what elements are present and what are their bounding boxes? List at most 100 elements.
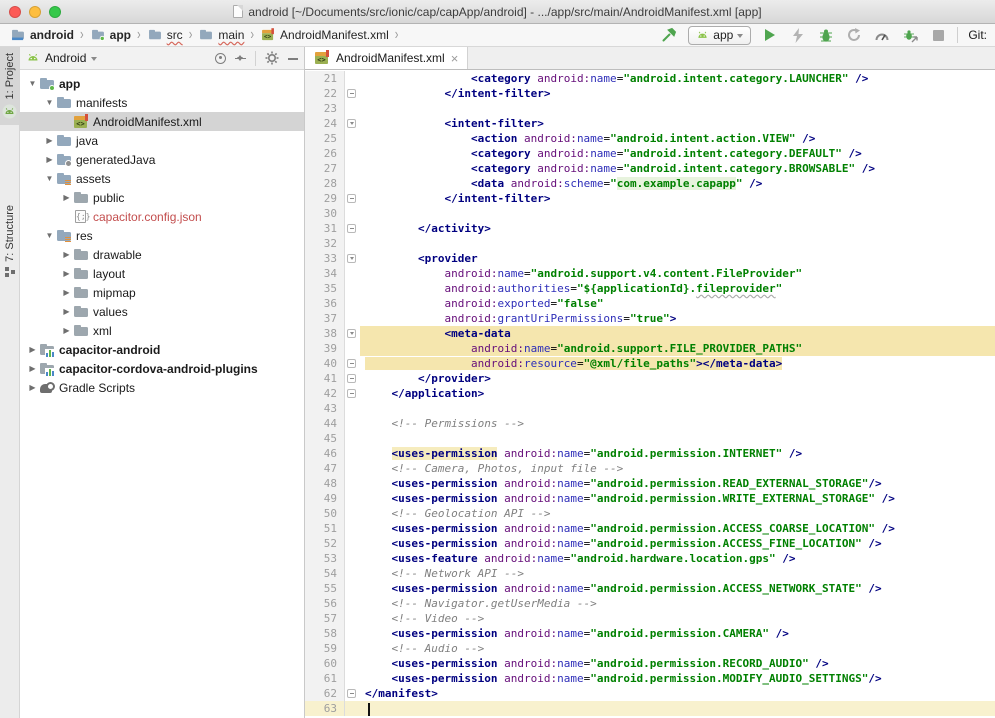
code-line-55[interactable]: 55 <uses-permission android:name="androi… [305, 581, 995, 596]
code-line-54[interactable]: 54 <!-- Network API --> [305, 566, 995, 581]
tree-item-assets[interactable]: ▼assets [20, 169, 304, 188]
code-line-60[interactable]: 60 <uses-permission android:name="androi… [305, 656, 995, 671]
collapse-all-icon[interactable] [235, 52, 246, 64]
tree-item-drawable[interactable]: ▶drawable [20, 245, 304, 264]
breadcrumb-item-src[interactable]: src [145, 26, 185, 44]
tree-expand-arrow-icon[interactable]: ▶ [43, 136, 56, 145]
tree-item-xml[interactable]: ▶xml [20, 321, 304, 340]
code-line-50[interactable]: 50 <!-- Geolocation API --> [305, 506, 995, 521]
tree-item-generatedjava[interactable]: ▶generatedJava [20, 150, 304, 169]
fold-start-icon[interactable] [347, 119, 356, 128]
tree-expand-arrow-icon[interactable]: ▶ [43, 155, 56, 164]
code-line-62[interactable]: 62</manifest> [305, 686, 995, 701]
debug-bug-icon[interactable] [817, 26, 835, 44]
code-line-59[interactable]: 59 <!-- Audio --> [305, 641, 995, 656]
code-line-57[interactable]: 57 <!-- Video --> [305, 611, 995, 626]
fold-start-icon[interactable] [347, 254, 356, 263]
code-line-41[interactable]: 41 </provider> [305, 371, 995, 386]
fold-end-icon[interactable] [347, 389, 356, 398]
code-line-47[interactable]: 47 <!-- Camera, Photos, input file --> [305, 461, 995, 476]
close-window-button[interactable] [9, 6, 21, 18]
tree-expand-arrow-icon[interactable]: ▼ [43, 231, 56, 240]
run-configuration-selector[interactable]: app [688, 26, 751, 45]
tree-item-public[interactable]: ▶public [20, 188, 304, 207]
tree-item-values[interactable]: ▶values [20, 302, 304, 321]
code-line-27[interactable]: 27 <category android:name="android.inten… [305, 161, 995, 176]
close-tab-icon[interactable]: × [451, 52, 459, 65]
code-line-40[interactable]: 40 android:resource="@xml/file_paths"></… [305, 356, 995, 371]
code-line-61[interactable]: 61 <uses-permission android:name="androi… [305, 671, 995, 686]
tree-item-androidmanifest-xml[interactable]: <>AndroidManifest.xml [20, 112, 304, 131]
tool-tab-structure[interactable]: 7: Structure [0, 199, 19, 283]
code-line-37[interactable]: 37 android:grantUriPermissions="true"> [305, 311, 995, 326]
code-line-23[interactable]: 23 [305, 101, 995, 116]
code-line-56[interactable]: 56 <!-- Navigator.getUserMedia --> [305, 596, 995, 611]
code-line-48[interactable]: 48 <uses-permission android:name="androi… [305, 476, 995, 491]
code-area[interactable]: 21 <category android:name="android.inten… [305, 70, 995, 718]
code-line-35[interactable]: 35 android:authorities="${applicationId}… [305, 281, 995, 296]
code-line-38[interactable]: 38 <meta-data [305, 326, 995, 341]
project-view-selector[interactable]: Android [26, 51, 97, 65]
code-line-30[interactable]: 30 [305, 206, 995, 221]
hide-panel-icon[interactable] [288, 58, 298, 60]
tree-item-app[interactable]: ▼app [20, 74, 304, 93]
code-line-26[interactable]: 26 <category android:name="android.inten… [305, 146, 995, 161]
tree-item-capacitor-android[interactable]: ▶capacitor-android [20, 340, 304, 359]
breadcrumb-item-androidmanifest-xml[interactable]: <>AndroidManifest.xml [258, 26, 391, 44]
profiler-gauge-icon[interactable] [873, 26, 891, 44]
tree-expand-arrow-icon[interactable]: ▶ [60, 326, 73, 335]
fold-end-icon[interactable] [347, 194, 356, 203]
zoom-window-button[interactable] [49, 6, 61, 18]
code-line-51[interactable]: 51 <uses-permission android:name="androi… [305, 521, 995, 536]
code-line-42[interactable]: 42 </application> [305, 386, 995, 401]
tree-expand-arrow-icon[interactable]: ▶ [60, 250, 73, 259]
code-line-44[interactable]: 44 <!-- Permissions --> [305, 416, 995, 431]
breadcrumb-item-main[interactable]: main [196, 26, 246, 44]
locate-icon[interactable] [215, 53, 226, 64]
code-line-29[interactable]: 29 </intent-filter> [305, 191, 995, 206]
code-line-33[interactable]: 33 <provider [305, 251, 995, 266]
stop-icon[interactable] [929, 26, 947, 44]
code-line-58[interactable]: 58 <uses-permission android:name="androi… [305, 626, 995, 641]
settings-gear-icon[interactable] [265, 51, 279, 65]
code-line-39[interactable]: 39 android:name="android.support.FILE_PR… [305, 341, 995, 356]
tree-item-gradle-scripts[interactable]: ▶Gradle Scripts [20, 378, 304, 397]
fold-end-icon[interactable] [347, 374, 356, 383]
code-line-32[interactable]: 32 [305, 236, 995, 251]
code-line-63[interactable]: 63 [305, 701, 995, 716]
fold-end-icon[interactable] [347, 689, 356, 698]
tree-item-java[interactable]: ▶java [20, 131, 304, 150]
fold-end-icon[interactable] [347, 89, 356, 98]
code-line-46[interactable]: 46 <uses-permission android:name="androi… [305, 446, 995, 461]
run-play-icon[interactable] [761, 26, 779, 44]
code-line-52[interactable]: 52 <uses-permission android:name="androi… [305, 536, 995, 551]
tree-expand-arrow-icon[interactable]: ▶ [60, 288, 73, 297]
fold-end-icon[interactable] [347, 359, 356, 368]
code-line-21[interactable]: 21 <category android:name="android.inten… [305, 71, 995, 86]
apply-changes-lightning-icon[interactable] [789, 26, 807, 44]
tree-expand-arrow-icon[interactable]: ▶ [26, 383, 39, 392]
fold-start-icon[interactable] [347, 329, 356, 338]
code-line-53[interactable]: 53 <uses-feature android:name="android.h… [305, 551, 995, 566]
code-line-28[interactable]: 28 <data android:scheme="com.example.cap… [305, 176, 995, 191]
tree-expand-arrow-icon[interactable]: ▶ [60, 193, 73, 202]
build-hammer-icon[interactable] [660, 26, 678, 44]
code-line-43[interactable]: 43 [305, 401, 995, 416]
minimize-window-button[interactable] [29, 6, 41, 18]
code-line-22[interactable]: 22 </intent-filter> [305, 86, 995, 101]
code-line-36[interactable]: 36 android:exported="false" [305, 296, 995, 311]
code-line-34[interactable]: 34 android:name="android.support.v4.cont… [305, 266, 995, 281]
tree-expand-arrow-icon[interactable]: ▶ [60, 269, 73, 278]
tree-item-res[interactable]: ▼res [20, 226, 304, 245]
tree-expand-arrow-icon[interactable]: ▼ [26, 79, 39, 88]
code-line-25[interactable]: 25 <action android:name="android.intent.… [305, 131, 995, 146]
tree-expand-arrow-icon[interactable]: ▶ [26, 345, 39, 354]
tree-item-capacitor-config-json[interactable]: {;}capacitor.config.json [20, 207, 304, 226]
code-line-24[interactable]: 24 <intent-filter> [305, 116, 995, 131]
tree-expand-arrow-icon[interactable]: ▼ [43, 174, 56, 183]
code-line-31[interactable]: 31 </activity> [305, 221, 995, 236]
tree-expand-arrow-icon[interactable]: ▶ [26, 364, 39, 373]
tree-item-layout[interactable]: ▶layout [20, 264, 304, 283]
tree-expand-arrow-icon[interactable]: ▼ [43, 98, 56, 107]
code-line-49[interactable]: 49 <uses-permission android:name="androi… [305, 491, 995, 506]
